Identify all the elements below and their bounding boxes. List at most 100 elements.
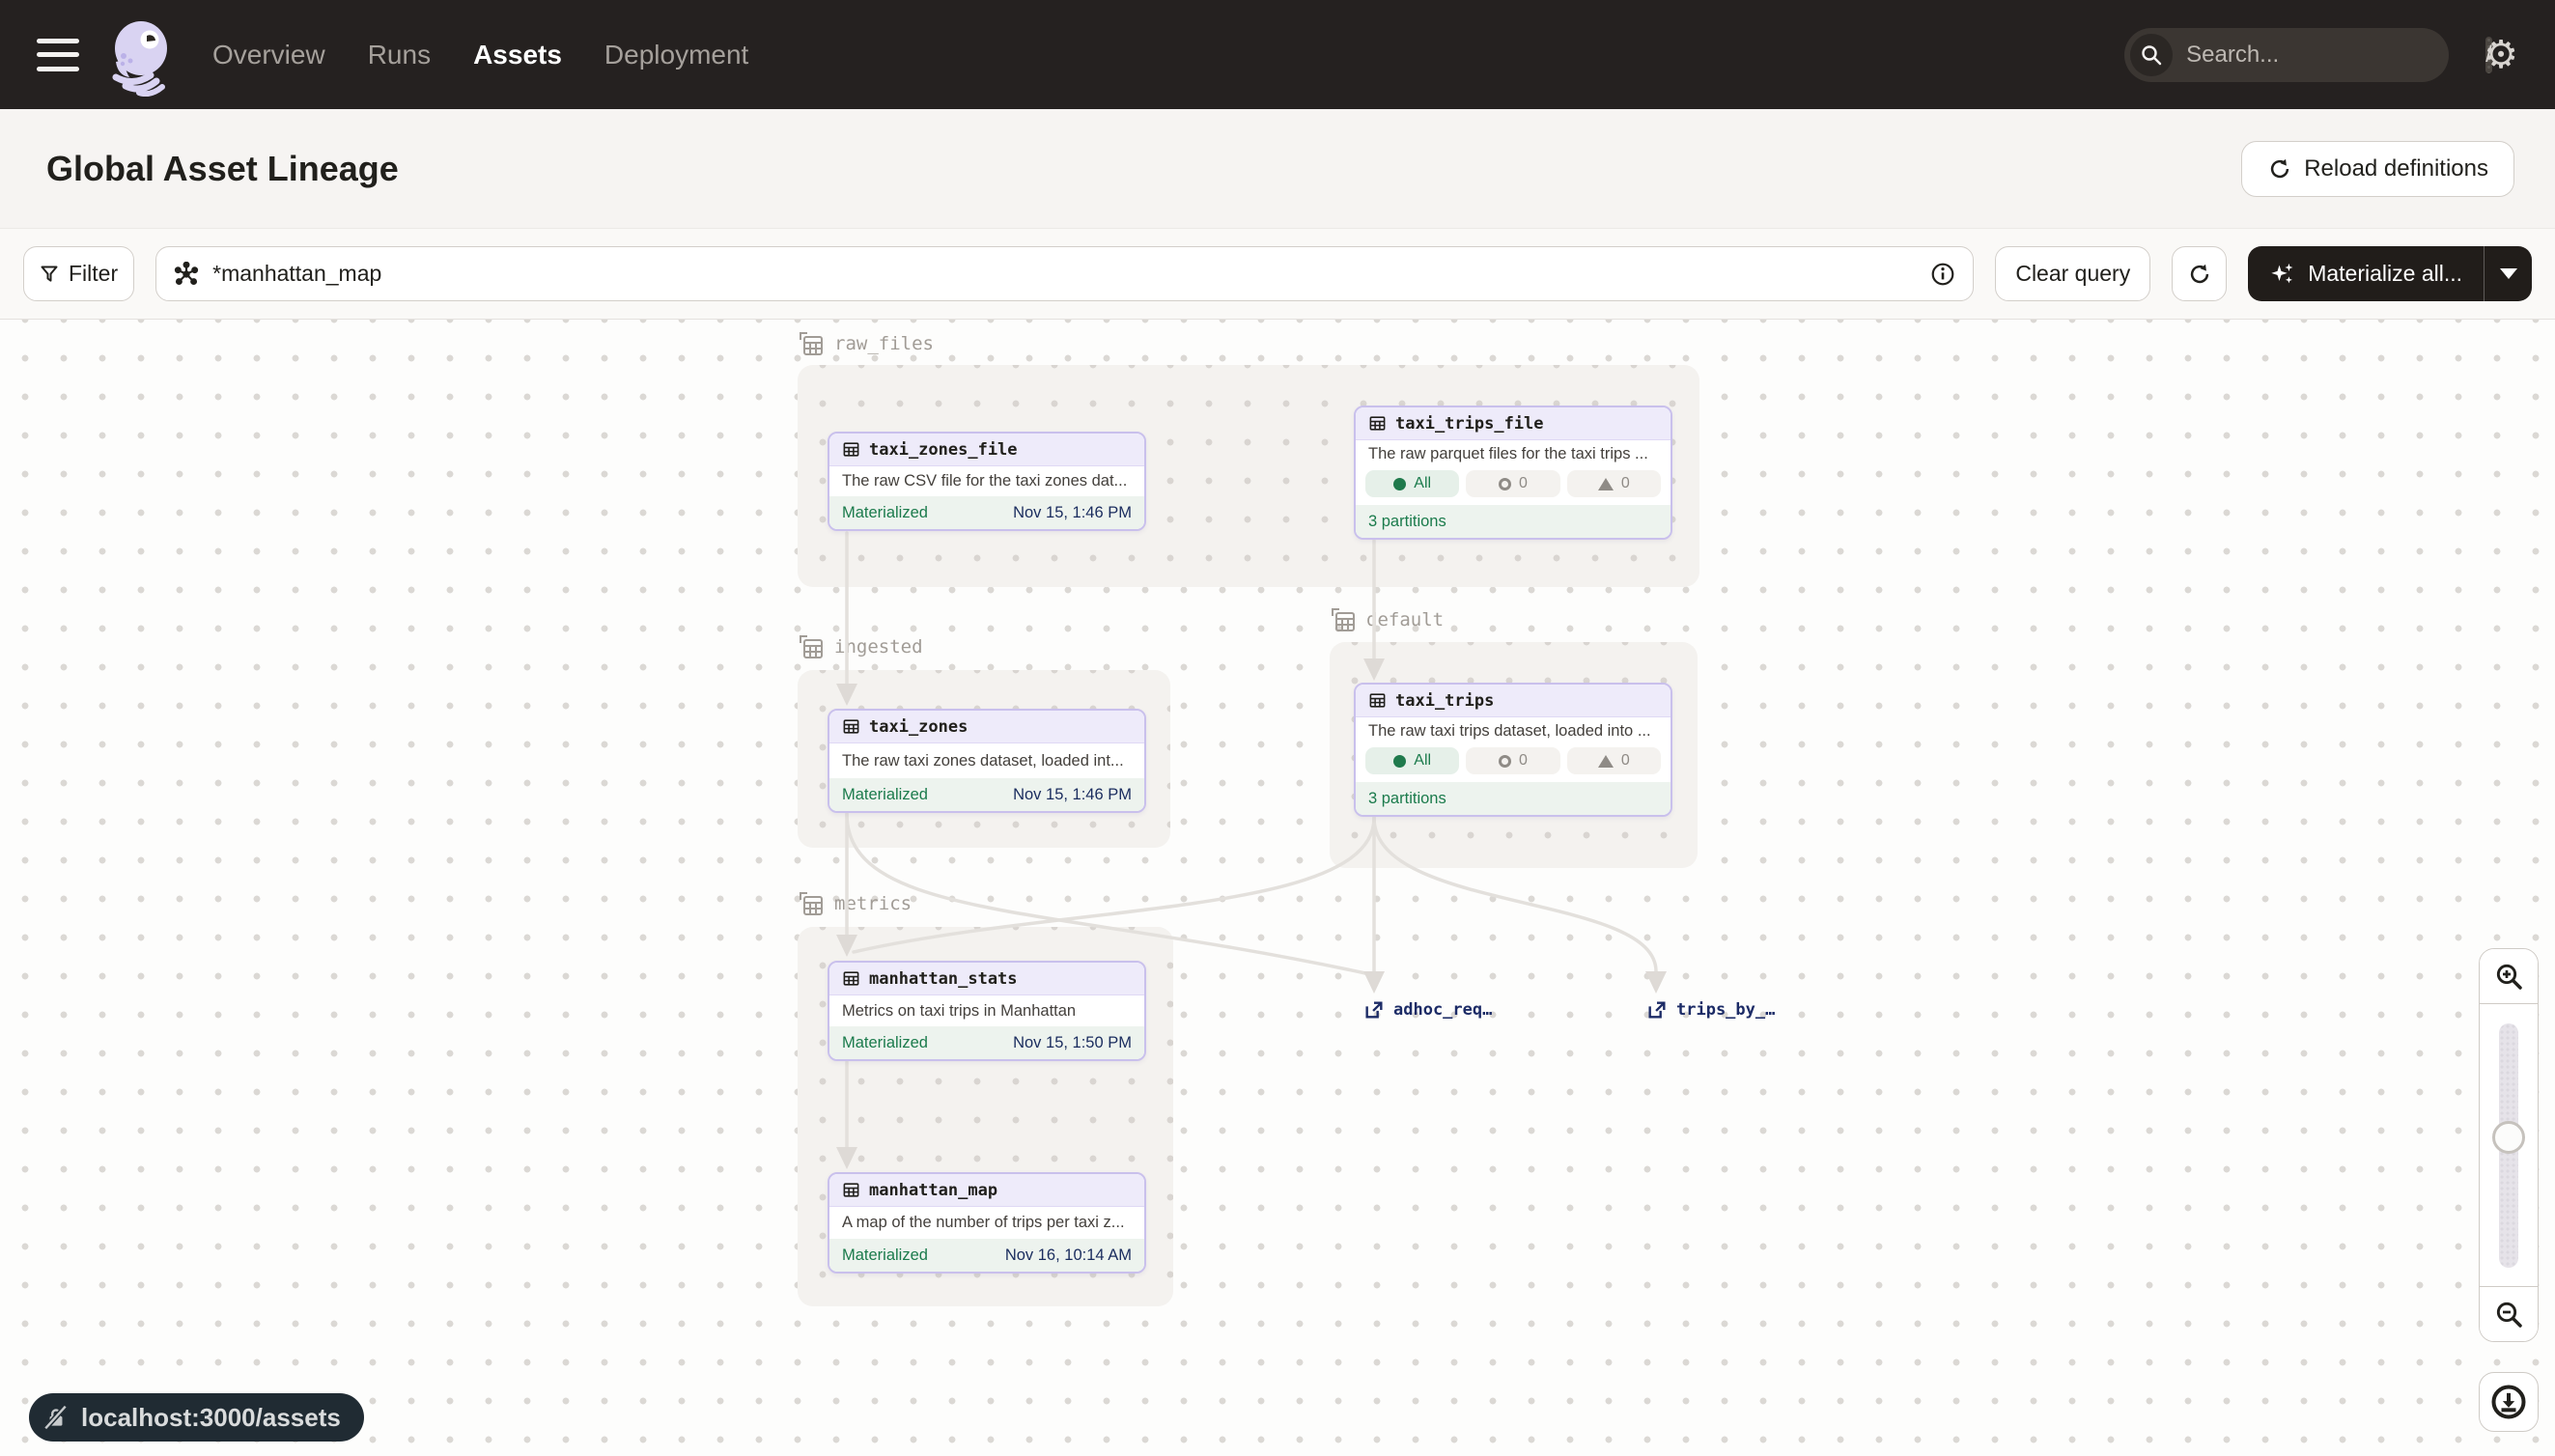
asset-node-footer: 3 partitions (1356, 505, 1671, 538)
group-table-icon (798, 890, 825, 917)
zoom-controls (2479, 948, 2539, 1342)
materialized-status: Materialized (842, 1246, 928, 1265)
table-icon (842, 440, 860, 459)
materialize-all-main[interactable]: Materialize all... (2248, 246, 2484, 301)
table-icon (842, 717, 860, 736)
zoom-in-button[interactable] (2480, 949, 2538, 1004)
global-search[interactable]: / (2124, 28, 2449, 82)
materialize-dropdown-toggle[interactable] (2484, 246, 2532, 301)
refresh-icon (2187, 262, 2212, 287)
group-table-icon (798, 330, 825, 357)
asset-node-description: Metrics on taxi trips in Manhattan (829, 995, 1144, 1026)
asset-node-footer: 3 partitions (1356, 782, 1671, 815)
zoom-slider[interactable] (2480, 1004, 2538, 1286)
asset-query-field[interactable] (155, 246, 1974, 301)
group-label-default[interactable]: default (1330, 606, 1444, 633)
external-asset-trips-by[interactable]: trips_by_… (1646, 999, 1775, 1021)
navbar-right: / ⚙ (2124, 28, 2518, 82)
hamburger-menu-icon[interactable] (37, 39, 79, 71)
asset-node-header: taxi_zones_file (829, 434, 1144, 466)
materialized-timestamp: Nov 16, 10:14 AM (1005, 1246, 1132, 1265)
asset-node-header: taxi_trips_file (1356, 407, 1671, 440)
asset-node-footer: Materialized Nov 15, 1:46 PM (829, 778, 1144, 811)
asset-node-taxi-trips-file[interactable]: taxi_trips_file The raw parquet files fo… (1354, 406, 1672, 540)
zoom-out-button[interactable] (2480, 1286, 2538, 1341)
zoom-slider-thumb[interactable] (2492, 1121, 2525, 1154)
zoom-out-icon (2493, 1299, 2524, 1330)
group-label-ingested[interactable]: ingested (798, 633, 923, 660)
table-icon (1368, 691, 1387, 710)
table-icon (842, 969, 860, 988)
info-icon[interactable] (1930, 262, 1955, 287)
asset-node-taxi-zones[interactable]: taxi_zones The raw taxi zones dataset, l… (828, 709, 1146, 813)
asset-node-manhattan-map[interactable]: manhattan_map A map of the number of tri… (828, 1172, 1146, 1274)
dagster-logo-icon (104, 19, 174, 97)
asset-node-header: taxi_trips (1356, 685, 1671, 717)
asset-node-footer: Materialized Nov 15, 1:46 PM (829, 496, 1144, 529)
triangle-icon (1598, 755, 1614, 768)
refresh-graph-button[interactable] (2172, 246, 2227, 301)
asset-node-header: manhattan_stats (829, 963, 1144, 995)
asset-node-footer: Materialized Nov 16, 10:14 AM (829, 1239, 1144, 1272)
materialized-timestamp: Nov 15, 1:46 PM (1013, 786, 1132, 804)
lineage-graph-icon (174, 262, 199, 287)
dot-icon (1393, 755, 1406, 768)
triangle-icon (1598, 478, 1614, 490)
asset-query-input[interactable] (212, 261, 1917, 287)
asset-node-description: The raw parquet files for the taxi trips… (1356, 440, 1671, 468)
dagster-app: Overview Runs Assets Deployment / ⚙ Glob… (0, 0, 2555, 1456)
group-label-metrics[interactable]: metrics (798, 890, 912, 917)
clear-query-button[interactable]: Clear query (1995, 246, 2150, 301)
primary-nav: Overview Runs Assets Deployment (212, 40, 748, 70)
asset-node-taxi-zones-file[interactable]: taxi_zones_file The raw CSV file for the… (828, 432, 1146, 531)
partitions-failed-pill[interactable]: 0 (1567, 470, 1661, 497)
external-link-icon (1363, 999, 1385, 1021)
asset-node-description: The raw CSV file for the taxi zones dat.… (829, 466, 1144, 496)
external-link-icon (1646, 999, 1668, 1021)
partitions-failed-pill[interactable]: 0 (1567, 747, 1661, 774)
top-navbar: Overview Runs Assets Deployment / ⚙ (0, 0, 2555, 109)
materialize-all-button[interactable]: Materialize all... (2248, 246, 2532, 301)
asset-node-taxi-trips[interactable]: taxi_trips The raw taxi trips dataset, l… (1354, 683, 1672, 817)
partition-health-row: All 0 0 (1356, 745, 1671, 782)
zoom-in-icon (2493, 961, 2524, 992)
filter-button[interactable]: Filter (23, 246, 134, 301)
chevron-down-icon (2500, 268, 2517, 279)
nav-tab-assets[interactable]: Assets (473, 40, 562, 70)
browser-status-bubble: localhost:3000/assets (29, 1393, 364, 1442)
partitions-all-pill[interactable]: All (1365, 747, 1459, 774)
partitions-missing-pill[interactable]: 0 (1466, 470, 1559, 497)
partition-health-row: All 0 0 (1356, 468, 1671, 505)
reload-definitions-button[interactable]: Reload definitions (2241, 141, 2514, 197)
materialized-timestamp: Nov 15, 1:50 PM (1013, 1034, 1132, 1052)
search-input[interactable] (2186, 42, 2485, 69)
insecure-lock-icon (42, 1404, 70, 1431)
download-graph-button[interactable] (2479, 1372, 2539, 1432)
sparkles-icon (2269, 261, 2296, 288)
ring-icon (1499, 755, 1511, 768)
table-icon (1368, 414, 1387, 433)
asset-node-description: A map of the number of trips per taxi z.… (829, 1207, 1144, 1239)
page-title: Global Asset Lineage (46, 149, 399, 189)
nav-tab-runs[interactable]: Runs (368, 40, 431, 70)
table-icon (842, 1181, 860, 1199)
ring-icon (1499, 478, 1511, 490)
partitions-all-pill[interactable]: All (1365, 470, 1459, 497)
partition-count: 3 partitions (1368, 790, 1446, 808)
asset-node-footer: Materialized Nov 15, 1:50 PM (829, 1026, 1144, 1059)
materialized-timestamp: Nov 15, 1:46 PM (1013, 504, 1132, 522)
nav-tab-overview[interactable]: Overview (212, 40, 325, 70)
search-icon (2130, 34, 2173, 76)
asset-node-manhattan-stats[interactable]: manhattan_stats Metrics on taxi trips in… (828, 961, 1146, 1061)
asset-node-header: taxi_zones (829, 711, 1144, 743)
external-asset-adhoc-request[interactable]: adhoc_req… (1363, 999, 1492, 1021)
nav-tab-deployment[interactable]: Deployment (604, 40, 748, 70)
page-header: Global Asset Lineage Reload definitions (0, 109, 2555, 229)
partitions-missing-pill[interactable]: 0 (1466, 747, 1559, 774)
asset-node-header: manhattan_map (829, 1174, 1144, 1207)
download-icon (2489, 1383, 2528, 1421)
group-label-raw-files[interactable]: raw_files (798, 330, 934, 357)
dot-icon (1393, 478, 1406, 490)
settings-gear-icon[interactable]: ⚙ (2484, 36, 2518, 74)
group-table-icon (798, 633, 825, 660)
